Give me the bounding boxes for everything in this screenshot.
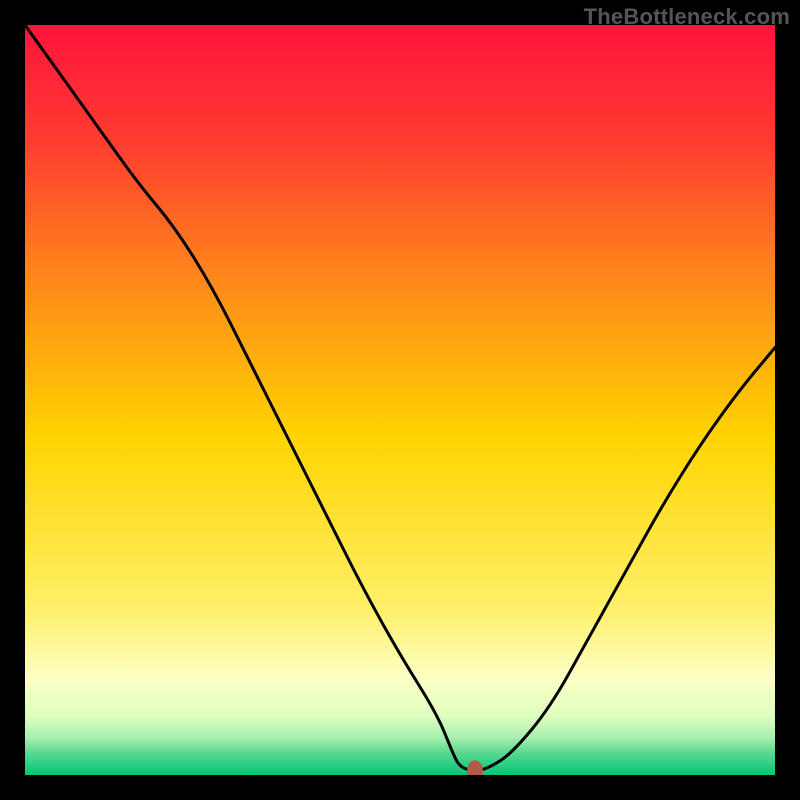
watermark-text: TheBottleneck.com [584,4,790,30]
gradient-background [25,25,775,775]
chart-frame: TheBottleneck.com [0,0,800,800]
plot-area [25,25,775,775]
